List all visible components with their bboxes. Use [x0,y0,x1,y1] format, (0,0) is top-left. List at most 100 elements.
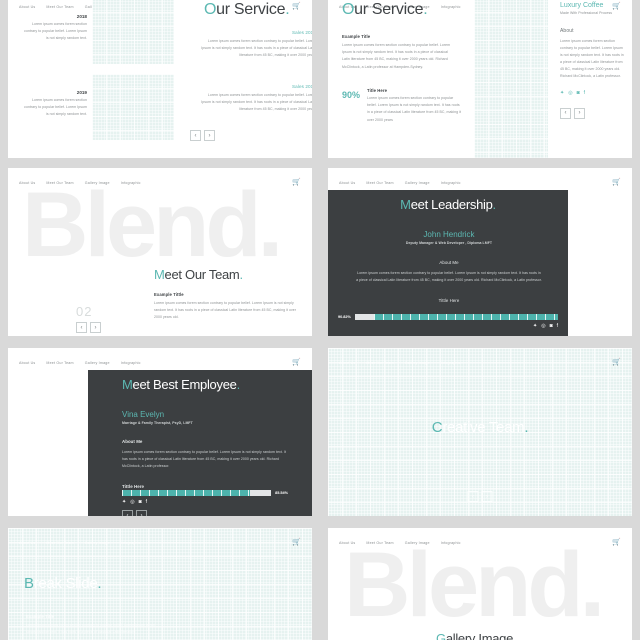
timeline-text-2018: Lorem ipsum comes forem section contrary… [24,22,87,41]
title-capital: C [431,419,443,436]
twitter-icon[interactable]: ✦ [533,324,537,329]
instagram-icon[interactable]: ◙ [577,90,580,96]
facebook-icon[interactable]: f [146,500,147,505]
nav-item-meet-our-team[interactable]: Meet Our Team [46,541,73,545]
nav-item-gallery-image[interactable]: Gallery Image [405,361,430,365]
service-photo [474,0,548,158]
social-links[interactable]: ✦ ◎ ◙ f [533,324,558,329]
nav-item-about-us[interactable]: About Us [339,181,355,185]
brand-dot: . [257,174,283,276]
slide-our-service-timeline[interactable]: About Us Meet Our Team Gallery Image Inf… [8,0,312,158]
nav-item-meet-our-team[interactable]: Meet Our Team [46,361,73,365]
nav-item-about-us[interactable]: About Us [19,541,35,545]
skill-bar-fill [373,314,558,320]
prev-arrow[interactable]: ‹ [467,491,479,502]
prev-arrow[interactable]: ‹ [122,510,133,516]
nav-item-meet-our-team[interactable]: Meet Our Team [366,181,393,185]
instagram-icon[interactable]: ◙ [139,500,142,505]
slide7-page-title: Break Slide. [24,575,102,592]
title-capital: M [400,197,411,212]
nav-item-infographic[interactable]: Infographic [441,361,461,365]
slide-meet-leadership[interactable]: About Us Meet Our Team Gallery Image Inf… [328,168,632,336]
next-arrow[interactable]: › [481,491,493,502]
next-arrow[interactable]: › [204,130,215,141]
skill-percent-label: 85.54% [275,491,288,495]
cart-icon[interactable]: 🛒 [292,359,301,366]
slide1-pager[interactable]: ‹ › [190,130,215,141]
timeline-year-2019: 2019 [76,90,87,95]
twitter-icon[interactable]: ✦ [122,500,126,505]
slide2-pager[interactable]: ‹ › [560,107,624,119]
next-arrow[interactable]: › [136,510,147,516]
prev-arrow[interactable]: ‹ [76,322,87,333]
slide-gallery-image[interactable]: About Us Meet Our Team Gallery Image Inf… [328,528,632,640]
leadership-panel: Meet Leadership. John Hendrick Deputy Ma… [328,190,568,336]
whatsapp-icon[interactable]: ◎ [130,500,134,505]
slide1-page-title: Our Service. [204,2,290,18]
nav-item-about-us[interactable]: About Us [19,361,35,365]
stat-text: Lorem ipsum comes forem section contrary… [367,96,461,122]
skill-progress: 85.54% [122,490,288,496]
nav-item-infographic[interactable]: Infographic [121,361,141,365]
social-links[interactable]: ✦ ◎ ◙ f [122,500,147,505]
slide2-page-title: Our Service. [342,1,428,18]
slide5-pager[interactable]: ‹ › [122,510,147,516]
cart-icon[interactable]: 🛒 [612,179,621,186]
cart-icon[interactable]: 🛒 [292,3,301,10]
title-dot: . [97,575,102,592]
slide-break[interactable]: About Us Meet Our Team Gallery Image Inf… [8,528,312,640]
twitter-icon[interactable]: ✦ [560,90,564,96]
social-links[interactable]: ✦ ◎ ◙ f [560,90,624,96]
prev-arrow[interactable]: ‹ [560,107,571,119]
nav-item-infographic[interactable]: Infographic [441,181,461,185]
cart-icon[interactable]: 🛒 [612,539,621,546]
nav-item-meet-our-team[interactable]: Meet Our Team [366,361,393,365]
nav-item-gallery-image[interactable]: Gallery Image [85,361,110,365]
whatsapp-icon[interactable]: ◎ [568,90,572,96]
cart-icon[interactable]: 🛒 [292,539,301,546]
next-arrow[interactable]: › [574,107,585,119]
skill-bar-fill [122,490,250,496]
title-dot: . [492,197,497,212]
title-rest: reative Team [442,419,525,436]
title-dot: . [236,377,241,392]
nav-item-meet-our-team[interactable]: Meet Our Team [46,5,73,9]
prev-arrow[interactable]: ‹ [190,130,201,141]
nav-item-about-us[interactable]: About Us [339,361,355,365]
title-capital: O [342,1,355,18]
slide6-nav-links: About Us Meet Our Team Gallery Image Inf… [339,361,461,365]
facebook-icon[interactable]: f [584,90,585,96]
slide-meet-best-employee[interactable]: About Us Meet Our Team Gallery Image Inf… [8,348,312,516]
next-arrow[interactable]: › [90,322,101,333]
instagram-icon[interactable]: ◙ [550,324,553,329]
nav-item-infographic[interactable]: Infographic [441,5,461,9]
facebook-icon[interactable]: f [557,324,558,329]
brand-word: Blend [344,534,584,636]
person-name: Vina Evelyn [122,410,165,419]
nav-item-about-us[interactable]: About Us [19,5,35,9]
nav-item-infographic[interactable]: Infographic [121,541,141,545]
slide4-page-title: Meet Leadership. [400,198,496,211]
brand-watermark: Blend. [22,179,283,271]
product-name: Luxury Coffee [560,2,604,9]
title-dot: . [524,419,529,436]
section-body: Lorem ipsum comes forem section contrary… [154,301,296,320]
slide3-pager[interactable]: ‹ › [76,322,101,333]
sales-2019-text: Lorem ipsum comes forem section contrary… [201,93,312,112]
title-dot: . [423,1,428,18]
cart-icon[interactable]: 🛒 [292,179,301,186]
slide-our-service-detail[interactable]: About Us Meet Our Team Gallery Image Inf… [328,0,632,158]
cart-icon[interactable]: 🛒 [612,359,621,366]
whatsapp-icon[interactable]: ◎ [541,324,545,329]
title-rest: reak Slide [33,575,98,592]
nav-item-gallery-image[interactable]: Gallery Image [405,181,430,185]
timeline-year-2018: 2018 [76,14,87,19]
slide-meet-our-team[interactable]: About Us Meet Our Team Gallery Image Inf… [8,168,312,336]
person-role: Marriage & Family Therapist, PsyD, LMFT [122,421,193,425]
slide6-navbar: About Us Meet Our Team Gallery Image Inf… [328,354,632,371]
title-capital: G [436,631,446,640]
person-role: Deputy Manager & Web Developer , Diploma… [405,241,493,245]
nav-item-gallery-image[interactable]: Gallery Image [85,541,110,545]
slide-creative-team[interactable]: About Us Meet Our Team Gallery Image Inf… [328,348,632,516]
slide6-pager[interactable]: ‹ › [467,491,493,502]
